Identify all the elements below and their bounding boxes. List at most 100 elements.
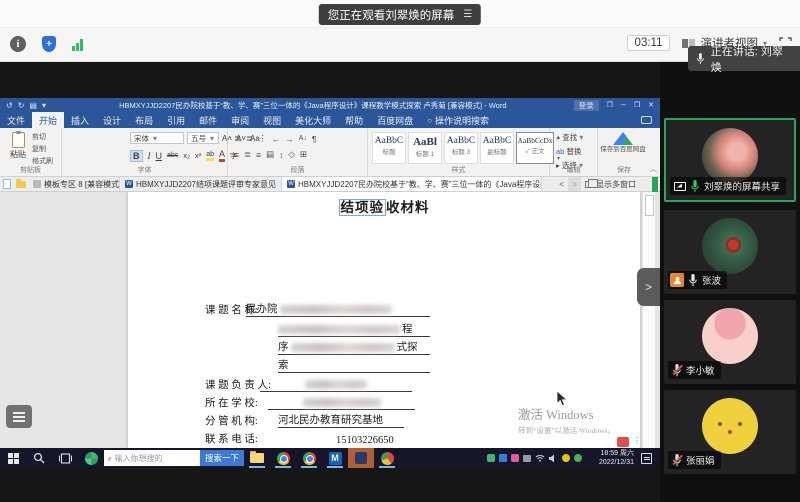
copy-button[interactable]: 复制 [32,144,53,154]
redo-icon[interactable]: ↻ [18,101,25,110]
tab-design[interactable]: 设计 [96,112,128,128]
font-color-button[interactable]: A [219,149,225,162]
find-button[interactable]: ⌕ 查找 ▾ [556,132,583,143]
tray-wechat-icon[interactable] [487,454,495,462]
close-button[interactable]: ✕ [648,101,654,109]
borders-button[interactable]: ⊞ [300,149,307,160]
collapse-ribbon-icon[interactable]: ︿ [650,164,657,174]
tell-me-search[interactable]: ○操作说明搜索 [420,112,496,128]
tab-insert[interactable]: 插入 [64,112,96,128]
style-heading[interactable]: AaBbC标题 [372,132,406,164]
doc-tab-template[interactable]: 模板专区 8 [兼容模式] [28,177,120,191]
scroll-tabs-right[interactable]: > [568,177,581,191]
tab-file[interactable]: 文件 [0,112,32,128]
align-left-button[interactable]: ≡ [234,150,239,160]
login-button[interactable]: 登录 [574,100,599,111]
chrome-icon[interactable] [270,448,296,468]
replace-button[interactable]: ab 替换 [556,146,583,157]
undo-icon[interactable]: ↺ [6,101,13,110]
align-center-button[interactable]: ≣ [244,149,251,160]
style-heading3[interactable]: AaBbC标题 3 [444,132,478,164]
new-document-icon[interactable] [0,177,14,191]
bullets-button[interactable]: ≣ [234,133,241,144]
show-marks-button[interactable]: ¶ [312,134,317,144]
scrollbar-thumb[interactable] [645,195,654,216]
style-subtitle[interactable]: AaBbC副标题 [480,132,514,164]
start-button[interactable] [0,448,26,468]
meeting-info-icon[interactable]: i [10,36,26,52]
taskbar-clock[interactable]: 18:59 周六 2022/12/31 [599,449,634,467]
more-options-icon[interactable]: ⋮ [633,436,641,445]
numbering-button[interactable]: ≣ [246,133,253,144]
taskbar-search-box[interactable]: e 输入你想搜的 [104,450,200,466]
open-folder-icon[interactable] [14,177,28,191]
align-right-button[interactable]: ≡ [256,150,261,160]
increase-indent-button[interactable]: → [285,134,294,144]
bold-button[interactable]: B [130,150,143,162]
decrease-indent-button[interactable]: ← [272,134,281,144]
customize-qat-icon[interactable]: ▾ [42,101,46,110]
document-scrollbar[interactable] [642,192,655,448]
doc-tab-review[interactable]: W HBMXYJJD2207结项课题评审专家意见 [120,177,282,191]
participant-tile[interactable]: 张丽娟 [664,390,796,474]
line-spacing-button[interactable]: ↕ [279,150,283,160]
network-signal-icon[interactable] [72,38,83,51]
style-normal-selected[interactable]: AaBbCcDx✓ 正文 [516,132,554,164]
cut-button[interactable]: 剪切 [32,132,53,142]
minimize-button[interactable]: ─ [621,102,626,109]
tab-mailings[interactable]: 邮件 [192,112,224,128]
show-multi-window-button[interactable]: 显示多窗口 [581,177,640,191]
action-center-icon[interactable] [641,453,652,464]
ribbon-display-icon[interactable]: ❐ [607,101,613,109]
document-canvas[interactable]: 结项验收材料 课 题 名 称: 民办院 程 序式探 索 课 题 负 责 人: 所… [0,192,660,448]
text-highlight-button[interactable]: ab [206,151,214,161]
doc-tab-active[interactable]: W HBMXYJJD2207民办院校基于“教、学、赛”三位一体的《Java程序设… [282,177,542,191]
expand-panel-button[interactable]: > [637,268,660,306]
search-go-button[interactable]: 搜索一下 [200,450,244,466]
restore-button[interactable]: ❐ [634,101,640,109]
tray-green-icon[interactable] [574,454,582,462]
scroll-tabs-left[interactable]: < [555,177,568,191]
strikethrough-button[interactable]: abc [167,152,178,159]
tab-help[interactable]: 帮助 [338,112,370,128]
app-m-icon[interactable]: M [322,448,348,468]
new-tab-button[interactable] [542,177,555,191]
paste-button[interactable]: 粘贴 [6,132,30,160]
sort-button[interactable]: A↓ [299,135,307,142]
font-size-select[interactable]: 五号▾ [187,132,219,144]
tray-app-icon[interactable] [499,454,507,462]
floating-widget-icon[interactable] [617,437,629,447]
shading-button[interactable]: ◇ [288,149,295,160]
volume-icon[interactable] [549,454,558,463]
banner-menu-icon[interactable]: ☰ [463,9,472,20]
chrome-icon-2[interactable] [296,448,322,468]
underline-button[interactable]: U [156,151,163,161]
wifi-icon[interactable] [535,454,545,462]
justify-button[interactable]: ▤ [266,149,274,160]
taskbar-search-icon[interactable] [26,448,52,468]
active-app-icon[interactable] [348,448,374,468]
tray-yellow-icon[interactable] [562,454,570,462]
font-name-select[interactable]: 宋体▾ [130,132,184,144]
document-page[interactable]: 结项验收材料 课 题 名 称: 民办院 程 序式探 索 课 题 负 责 人: 所… [128,192,640,448]
tab-docer[interactable]: 美化大师 [288,112,338,128]
participant-tile[interactable]: 张波 [664,210,796,294]
italic-button[interactable]: I [148,151,151,161]
tab-baidu-netdisk[interactable]: 百度网盘 [370,112,420,128]
tab-view[interactable]: 视图 [256,112,288,128]
tray-camera-icon[interactable] [523,455,531,462]
meeting-app-icon[interactable] [374,448,400,468]
file-explorer-icon[interactable] [244,448,270,468]
tab-layout[interactable]: 布局 [128,112,160,128]
style-heading1[interactable]: AaBl标题 1 [408,132,442,164]
comments-icon[interactable] [641,116,652,124]
tray-pink-app-icon[interactable] [511,454,519,462]
superscript-button[interactable]: x² [195,151,201,160]
tab-home[interactable]: 开始 [32,112,64,128]
save-to-baidu-button[interactable]: 保存到百度网盘 [600,130,646,153]
browser-360-icon[interactable] [78,448,104,468]
tab-review[interactable]: 审阅 [224,112,256,128]
tab-references[interactable]: 引用 [160,112,192,128]
multilevel-list-button[interactable]: ⋮ [258,133,267,144]
annotation-menu-button[interactable] [6,405,32,428]
